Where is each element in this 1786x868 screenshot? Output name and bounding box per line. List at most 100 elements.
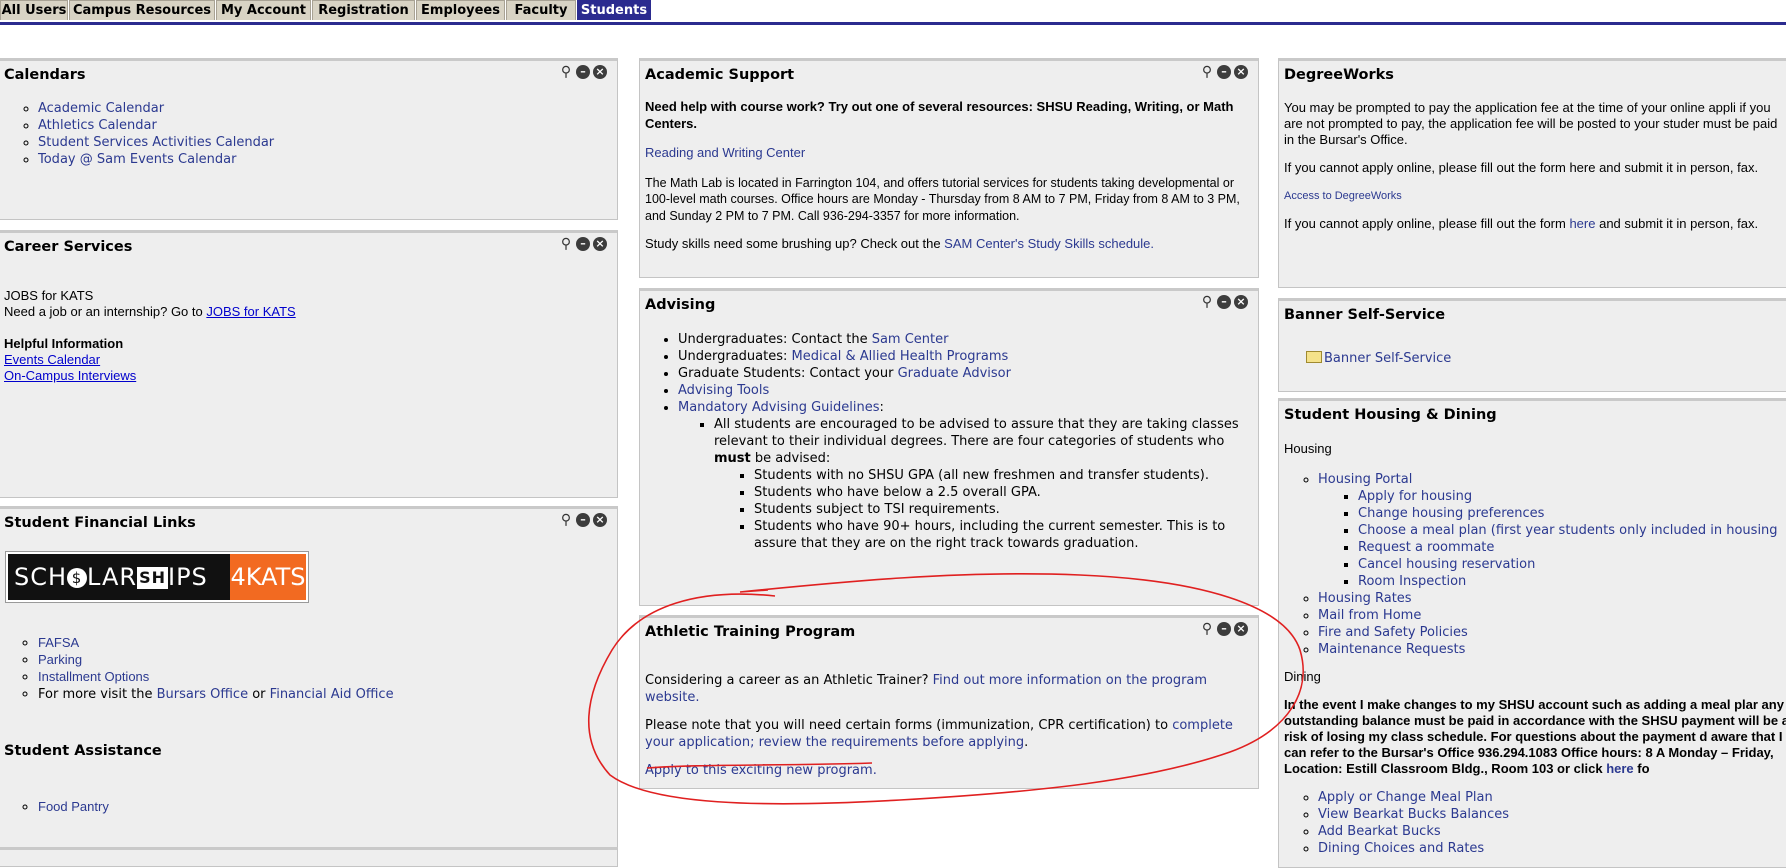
tab-faculty[interactable]: Faculty	[506, 0, 576, 20]
list-item: All students are encouraged to be advise…	[714, 416, 1250, 552]
banner-self-service-portlet: Banner Self-Service Banner Self-Service	[1278, 298, 1786, 392]
list-item: Dining Choices and Rates	[1318, 840, 1786, 857]
jobs-for-kats-link[interactable]: JOBS for KATS	[206, 304, 295, 319]
on-campus-interviews-link[interactable]: On-Campus Interviews	[4, 368, 136, 383]
medical-allied-health-link[interactable]: Medical & Allied Health Programs	[792, 349, 1009, 364]
sam-center-link[interactable]: Sam Center	[872, 332, 949, 347]
fafsa-link[interactable]: FAFSA	[38, 635, 79, 650]
athletic-text: Considering a career as an Athletic Trai…	[645, 673, 933, 688]
add-bearkat-bucks-link[interactable]: Add Bearkat Bucks	[1318, 824, 1441, 839]
portlet-controls: ⚲ – ×	[559, 65, 611, 80]
dining-here-link[interactable]: here	[1606, 761, 1633, 776]
dining-text: In the event I make changes to my SHSU a…	[1284, 697, 1786, 776]
scholarships-banner[interactable]: SCH $ LAR SHIPS 4KATS	[5, 551, 309, 603]
dollar-coin-icon: $	[67, 568, 88, 588]
list-item: Athletics Calendar	[38, 117, 612, 134]
academic-intro: Need help with course work? Try out one …	[645, 99, 1234, 131]
food-pantry-link[interactable]: Food Pantry	[38, 799, 109, 814]
list-item: Food Pantry	[38, 798, 612, 815]
minimize-icon[interactable]: –	[1217, 65, 1231, 79]
magnifier-icon[interactable]: ⚲	[1200, 622, 1214, 636]
close-icon[interactable]: ×	[593, 513, 607, 527]
apply-program-link[interactable]: Apply to this exciting new program.	[645, 763, 877, 778]
banner-self-service-link[interactable]: Banner Self-Service	[1324, 351, 1451, 366]
apply-housing-link[interactable]: Apply for housing	[1358, 489, 1472, 504]
here-link[interactable]: here	[1569, 216, 1595, 231]
portlet-controls: ⚲ – ×	[559, 513, 611, 528]
financial-list-wrap: FAFSA Parking Installment Options For mo…	[4, 634, 612, 703]
list-item: Undergraduates: Medical & Allied Health …	[678, 348, 1250, 365]
close-icon[interactable]: ×	[1234, 65, 1248, 79]
close-icon[interactable]: ×	[593, 237, 607, 251]
study-text: Study skills need some brushing up? Chec…	[645, 236, 945, 251]
graduate-advisor-link[interactable]: Graduate Advisor	[898, 366, 1011, 381]
tab-employees[interactable]: Employees	[416, 0, 505, 20]
tab-all-users[interactable]: All Users	[0, 0, 68, 20]
minimize-icon[interactable]: –	[1217, 622, 1231, 636]
must-text: must	[714, 451, 751, 466]
study-skills-link[interactable]: SAM Center's Study Skills schedule.	[944, 236, 1154, 251]
minimize-icon[interactable]: –	[576, 513, 590, 527]
advising-list: Undergraduates: Contact the Sam Center U…	[645, 331, 1250, 552]
magnifier-icon[interactable]: ⚲	[1200, 65, 1214, 79]
portlet-title: Advising	[645, 297, 716, 313]
financial-aid-office-link[interactable]: Financial Aid Office	[270, 687, 394, 702]
close-icon[interactable]: ×	[593, 65, 607, 79]
choose-meal-plan-link[interactable]: Choose a meal plan (first year students …	[1358, 523, 1778, 538]
fire-safety-link[interactable]: Fire and Safety Policies	[1318, 625, 1468, 640]
magnifier-icon[interactable]: ⚲	[559, 65, 573, 79]
events-calendar-link[interactable]: Events Calendar	[4, 352, 100, 367]
minimize-icon[interactable]: –	[576, 65, 590, 79]
advising-portlet: Advising ⚲ – × Undergraduates: Contact t…	[639, 288, 1259, 606]
cancel-reservation-link[interactable]: Cancel housing reservation	[1358, 557, 1535, 572]
housing-label: Housing	[1284, 441, 1332, 456]
maintenance-requests-link[interactable]: Maintenance Requests	[1318, 642, 1465, 657]
bursars-office-link[interactable]: Bursars Office	[157, 687, 248, 702]
parking-link[interactable]: Parking	[38, 652, 82, 667]
room-inspection-link[interactable]: Room Inspection	[1358, 574, 1466, 589]
list-item: Students subject to TSI requirements.	[754, 501, 1250, 518]
change-preferences-link[interactable]: Change housing preferences	[1358, 506, 1544, 521]
list-item: Choose a meal plan (first year students …	[1358, 522, 1786, 539]
folder-icon	[1306, 350, 1322, 363]
list-item: FAFSA	[38, 634, 612, 651]
minimize-icon[interactable]: –	[1217, 295, 1231, 309]
magnifier-icon[interactable]: ⚲	[559, 237, 573, 251]
access-degreeworks-link[interactable]: Access to DegreeWorks	[1284, 190, 1402, 202]
degreeworks-text: If you cannot apply online, please fill …	[1284, 216, 1570, 231]
meal-plan-link[interactable]: Apply or Change Meal Plan	[1318, 790, 1493, 805]
list-item: Graduate Students: Contact your Graduate…	[678, 365, 1250, 382]
athletic-body: Considering a career as an Athletic Trai…	[645, 673, 1248, 780]
installment-options-link[interactable]: Installment Options	[38, 669, 149, 684]
student-services-calendar-link[interactable]: Student Services Activities Calendar	[38, 135, 274, 150]
tab-bar: All Users Campus Resources My Account Re…	[0, 0, 1786, 25]
tab-my-account[interactable]: My Account	[216, 0, 311, 20]
tab-campus-resources[interactable]: Campus Resources	[69, 0, 215, 20]
minimize-icon[interactable]: –	[576, 237, 590, 251]
tab-registration[interactable]: Registration	[312, 0, 415, 20]
housing-rates-link[interactable]: Housing Rates	[1318, 591, 1412, 606]
dining-list: Apply or Change Meal Plan View Bearkat B…	[1284, 789, 1786, 857]
close-icon[interactable]: ×	[1234, 295, 1248, 309]
close-icon[interactable]: ×	[1234, 622, 1248, 636]
athletics-calendar-link[interactable]: Athletics Calendar	[38, 118, 157, 133]
academic-calendar-link[interactable]: Academic Calendar	[38, 101, 164, 116]
mandatory-sublist: All students are encouraged to be advise…	[678, 416, 1250, 552]
list-item: Maintenance Requests	[1318, 641, 1786, 658]
dining-choices-link[interactable]: Dining Choices and Rates	[1318, 841, 1484, 856]
request-roommate-link[interactable]: Request a roommate	[1358, 540, 1494, 555]
mail-from-home-link[interactable]: Mail from Home	[1318, 608, 1421, 623]
advising-tools-link[interactable]: Advising Tools	[678, 383, 769, 398]
more-text: For more visit the	[38, 687, 157, 702]
magnifier-icon[interactable]: ⚲	[559, 513, 573, 527]
mandatory-advising-link[interactable]: Mandatory Advising Guidelines	[678, 400, 880, 415]
today-at-sam-link[interactable]: Today @ Sam Events Calendar	[38, 152, 236, 167]
math-lab-text: The Math Lab is located in Farrington 10…	[645, 175, 1240, 223]
magnifier-icon[interactable]: ⚲	[1200, 295, 1214, 309]
bearkat-balances-link[interactable]: View Bearkat Bucks Balances	[1318, 807, 1509, 822]
reading-writing-center-link[interactable]: Reading and Writing Center	[645, 145, 805, 160]
housing-portal-link[interactable]: Housing Portal	[1318, 472, 1412, 487]
tab-students[interactable]: Students	[577, 0, 651, 20]
category-list: Students with no SHSU GPA (all new fresh…	[714, 467, 1250, 552]
portlet-title: Student Housing & Dining	[1284, 407, 1497, 423]
